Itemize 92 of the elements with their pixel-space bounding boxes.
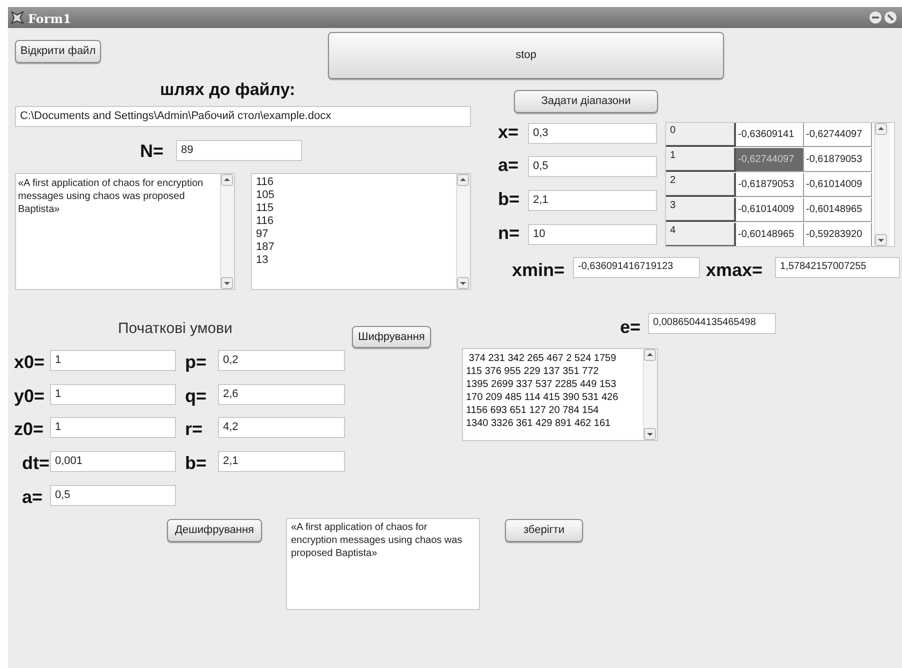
table-cell[interactable]: -0,61014009 xyxy=(736,198,804,222)
cipher-line: 374 231 342 265 467 2 524 1759 xyxy=(468,352,618,365)
field-label: r= xyxy=(185,420,203,438)
scroll-up-icon[interactable] xyxy=(644,349,656,361)
input-field[interactable]: 2,6 xyxy=(218,384,345,405)
input-field[interactable]: 10 xyxy=(528,224,657,245)
field-label: a= xyxy=(498,156,519,174)
code-line: 97 xyxy=(256,228,270,241)
code-line: 13 xyxy=(256,254,270,267)
form-button[interactable]: зберігти xyxy=(505,519,583,542)
field-label: e= xyxy=(620,318,641,336)
source-text: «A first application of chaos for encryption messages using chaos was proposed Baptista» xyxy=(18,177,204,216)
code-line: 187 xyxy=(256,241,274,254)
table-cell[interactable]: -0,60148965 xyxy=(804,198,872,222)
code-line: 116 xyxy=(256,215,274,228)
row-header[interactable]: 3 xyxy=(666,198,736,222)
scrollbar[interactable] xyxy=(456,174,470,289)
input-field[interactable]: 1 xyxy=(50,384,176,405)
code-line: 115 xyxy=(256,202,274,215)
scrollbar[interactable] xyxy=(874,123,890,246)
row-header[interactable]: 4 xyxy=(666,223,736,246)
form-button[interactable]: Відкрити файл xyxy=(15,40,101,63)
decrypted-text: «A first application of chaos for encryption messages using chaos was proposed Baptista» xyxy=(291,521,464,560)
cipher-line: 1156 693 651 127 20 784 154 xyxy=(466,404,600,417)
input-field[interactable]: 0,001 xyxy=(50,451,176,472)
section-heading: Початкові умови xyxy=(118,319,232,339)
input-field[interactable]: 4,2 xyxy=(218,417,345,438)
cipher-line: 170 209 485 114 415 390 531 426 xyxy=(466,391,618,404)
window-title: Form1 xyxy=(28,11,72,28)
scroll-down-icon[interactable] xyxy=(457,277,469,289)
field-label: x= xyxy=(498,123,519,141)
cipher-line: 1395 2699 337 537 2285 449 153 xyxy=(466,378,618,391)
input-field[interactable]: 0,5 xyxy=(50,485,176,506)
input-field[interactable]: 2,1 xyxy=(218,451,345,472)
field-label: b= xyxy=(185,454,207,472)
input-field[interactable]: 1,57842157007255 xyxy=(775,257,900,278)
field-label: p= xyxy=(185,353,207,371)
field-label: n= xyxy=(498,224,520,242)
input-field[interactable]: -0,636091416719123 xyxy=(573,257,700,278)
form-button[interactable]: Задати діапазони xyxy=(514,90,658,113)
scroll-down-icon[interactable] xyxy=(875,234,887,246)
path-heading: шлях до файлу: xyxy=(160,79,296,101)
code-line: 116 xyxy=(256,176,274,189)
text-area[interactable]: «A first application of chaos for encryption messages using chaos was proposed Baptista» xyxy=(15,173,235,290)
input-field[interactable]: 2,1 xyxy=(528,190,657,211)
scroll-up-icon[interactable] xyxy=(875,123,887,135)
field-label: z0= xyxy=(14,420,44,438)
form-button[interactable]: stop xyxy=(328,32,724,79)
form-button[interactable]: Дешифрування xyxy=(167,519,262,542)
table-cell[interactable]: -0,60148965 xyxy=(736,223,804,246)
scroll-up-icon[interactable] xyxy=(457,174,469,186)
minimize-icon[interactable] xyxy=(869,11,882,24)
input-field[interactable]: 1 xyxy=(50,417,176,438)
scroll-down-icon[interactable] xyxy=(644,428,656,440)
field-label: q= xyxy=(185,387,207,405)
code-line: 105 xyxy=(256,189,274,202)
cipher-line: 1340 3326 361 429 891 462 161 xyxy=(466,417,612,430)
text-area[interactable]: «A first application of chaos for encryption messages using chaos was proposed Baptista» xyxy=(286,518,480,610)
table-cell[interactable]: -0,63609141 xyxy=(736,123,804,147)
input-field[interactable]: 0,3 xyxy=(528,123,657,144)
text-area[interactable]: 374 231 342 265 467 2 524 1759 115 376 955 229 137 351 772 1395 2699 337 537 2285 449 153 170 209 485 114 415 390 531 426 1156 693 651 127 20 784 154 1340 3326 361 429 891 462 161 xyxy=(462,348,658,441)
form-button[interactable]: Шифрування xyxy=(352,326,431,348)
cipher-line: 115 376 955 229 137 351 772 xyxy=(466,365,600,378)
table-cell[interactable]: -0,59283920 xyxy=(804,223,872,246)
field-label: x0= xyxy=(14,353,45,371)
field-label: xmax= xyxy=(706,261,763,279)
table-cell[interactable]: -0,61879053 xyxy=(736,173,804,197)
text-area[interactable]: 116 105 115 116 97 187 13 xyxy=(251,173,471,290)
maximize-icon[interactable] xyxy=(884,11,897,24)
row-header[interactable]: 2 xyxy=(666,173,736,197)
input-field[interactable]: 1 xyxy=(50,350,176,371)
field-label: N= xyxy=(140,142,164,160)
scrollbar[interactable] xyxy=(220,174,234,289)
field-label: dt= xyxy=(22,454,50,472)
field-label: y0= xyxy=(14,387,45,405)
field-label: a= xyxy=(22,488,43,506)
input-field[interactable]: 89 xyxy=(176,140,302,161)
table-cell[interactable]: -0,61014009 xyxy=(804,173,872,197)
app-icon xyxy=(10,10,25,25)
input-field[interactable]: 0,5 xyxy=(528,156,657,177)
field-label: b= xyxy=(498,190,520,208)
row-header[interactable]: 1 xyxy=(666,148,736,172)
input-field[interactable]: 0,00865044135465498 xyxy=(648,313,776,334)
field-label: xmin= xyxy=(512,261,565,279)
table-cell[interactable]: -0,61879053 xyxy=(804,148,872,172)
scroll-up-icon[interactable] xyxy=(221,174,233,186)
row-header[interactable]: 0 xyxy=(666,123,736,147)
scrollbar[interactable] xyxy=(643,349,657,440)
input-field[interactable]: 0,2 xyxy=(218,350,345,371)
table-cell[interactable]: -0,62744097 xyxy=(804,123,872,147)
scroll-down-icon[interactable] xyxy=(221,277,233,289)
input-field[interactable]: C:\Documents and Settings\Admin\Рабочий стол\example.docx xyxy=(15,106,471,127)
